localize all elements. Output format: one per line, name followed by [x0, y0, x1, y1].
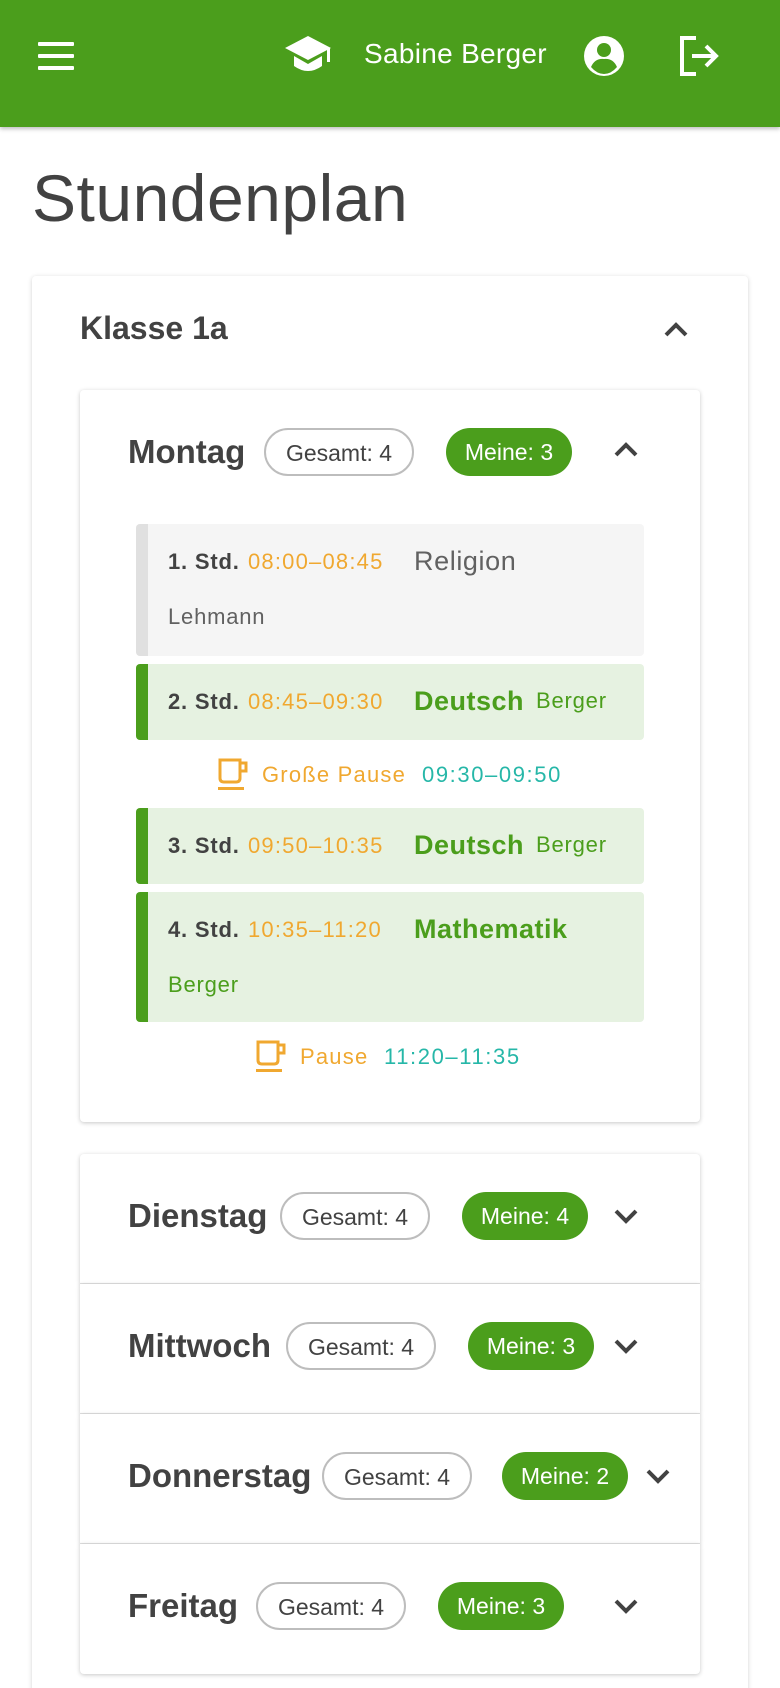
break-time: 09:30–09:50 — [422, 762, 562, 787]
lesson-number: 3. Std. — [168, 833, 240, 858]
day-panel-mittwoch: Mittwoch Gesamt: 4 Meine: 3 — [80, 1284, 700, 1414]
day-name: Montag — [128, 433, 246, 470]
day-panel-header[interactable]: Dienstag Gesamt: 4 Meine: 4 — [80, 1154, 700, 1284]
lesson-item: 1. Std. 08:00–08:45 Religion Lehmann — [136, 524, 644, 656]
total-count-chip: Gesamt: 4 — [286, 1322, 436, 1370]
break-time: 11:20–11:35 — [384, 1044, 521, 1069]
lesson-item: 3. Std. 09:50–10:35 Deutsch Berger — [136, 808, 644, 884]
app-bar: Sabine Berger — [0, 0, 780, 127]
total-count-chip: Gesamt: 4 — [322, 1452, 472, 1500]
break-item: Pause 11:20–11:35 — [254, 1038, 554, 1078]
chevron-down-icon — [614, 1339, 638, 1354]
my-count-chip: Meine: 3 — [446, 428, 572, 476]
lesson-number: 4. Std. — [168, 917, 240, 942]
lesson-time: 08:00–08:45 — [248, 549, 384, 574]
lesson-teacher: Berger — [168, 972, 239, 997]
account-circle-icon[interactable] — [582, 34, 626, 78]
chevron-down-icon — [614, 1599, 638, 1614]
day-name: Dienstag — [128, 1197, 268, 1234]
chevron-up-icon — [614, 442, 638, 457]
break-label: Große Pause — [262, 762, 407, 787]
lesson-teacher: Lehmann — [168, 604, 266, 629]
chevron-up-icon — [664, 322, 688, 337]
day-panel-donnerstag: Donnerstag Gesamt: 4 Meine: 2 — [80, 1414, 700, 1544]
coffee-cup-icon — [256, 1040, 286, 1072]
coffee-cup-icon — [218, 758, 248, 790]
lesson-item: 4. Std. 10:35–11:20 Mathematik Berger — [136, 892, 644, 1022]
day-panel-header[interactable]: Donnerstag Gesamt: 4 Meine: 2 — [80, 1414, 700, 1544]
day-name: Donnerstag — [128, 1457, 312, 1494]
menu-icon[interactable] — [34, 40, 78, 72]
class-panel-header[interactable]: Klasse 1a — [32, 276, 748, 386]
lesson-time: 10:35–11:20 — [248, 917, 382, 942]
total-count-chip: Gesamt: 4 — [280, 1192, 430, 1240]
lesson-subject: Deutsch — [414, 830, 525, 860]
page-title: Stundenplan — [32, 161, 409, 235]
lesson-teacher: Berger — [536, 688, 607, 713]
logout-icon[interactable] — [676, 34, 722, 78]
day-panel-header[interactable]: Mittwoch Gesamt: 4 Meine: 3 — [80, 1284, 700, 1414]
my-count-chip: Meine: 3 — [468, 1322, 594, 1370]
day-panel-header[interactable]: Freitag Gesamt: 4 Meine: 3 — [80, 1544, 700, 1674]
user-name: Sabine Berger — [364, 38, 547, 69]
lesson-number: 1. Std. — [168, 549, 240, 574]
graduation-cap-icon — [285, 36, 331, 71]
lesson-subject: Religion — [414, 546, 517, 576]
class-title: Klasse 1a — [80, 310, 228, 346]
lesson-number: 2. Std. — [168, 689, 240, 714]
day-panel-header[interactable]: Montag Gesamt: 4 Meine: 3 — [80, 390, 700, 520]
lesson-item: 2. Std. 08:45–09:30 Deutsch Berger — [136, 664, 644, 740]
lesson-teacher: Berger — [536, 832, 607, 857]
day-panel-freitag: Freitag Gesamt: 4 Meine: 3 — [80, 1544, 700, 1674]
lesson-subject: Deutsch — [414, 686, 525, 716]
total-count-chip: Gesamt: 4 — [256, 1582, 406, 1630]
day-name: Mittwoch — [128, 1327, 271, 1364]
lesson-subject: Mathematik — [414, 914, 568, 944]
day-panel-dienstag: Dienstag Gesamt: 4 Meine: 4 — [80, 1154, 700, 1284]
my-count-chip: Meine: 2 — [502, 1452, 628, 1500]
my-count-chip: Meine: 4 — [462, 1192, 588, 1240]
day-panel-montag: Montag Gesamt: 4 Meine: 3 1. Std. 08:00–… — [80, 390, 700, 1122]
break-label: Pause — [300, 1044, 369, 1069]
chevron-down-icon — [646, 1469, 670, 1484]
chevron-down-icon — [614, 1209, 638, 1224]
lesson-time: 09:50–10:35 — [248, 833, 384, 858]
lesson-time: 08:45–09:30 — [248, 689, 384, 714]
break-item: Große Pause 09:30–09:50 — [216, 756, 596, 796]
total-count-chip: Gesamt: 4 — [264, 428, 414, 476]
my-count-chip: Meine: 3 — [438, 1582, 564, 1630]
day-name: Freitag — [128, 1587, 239, 1624]
